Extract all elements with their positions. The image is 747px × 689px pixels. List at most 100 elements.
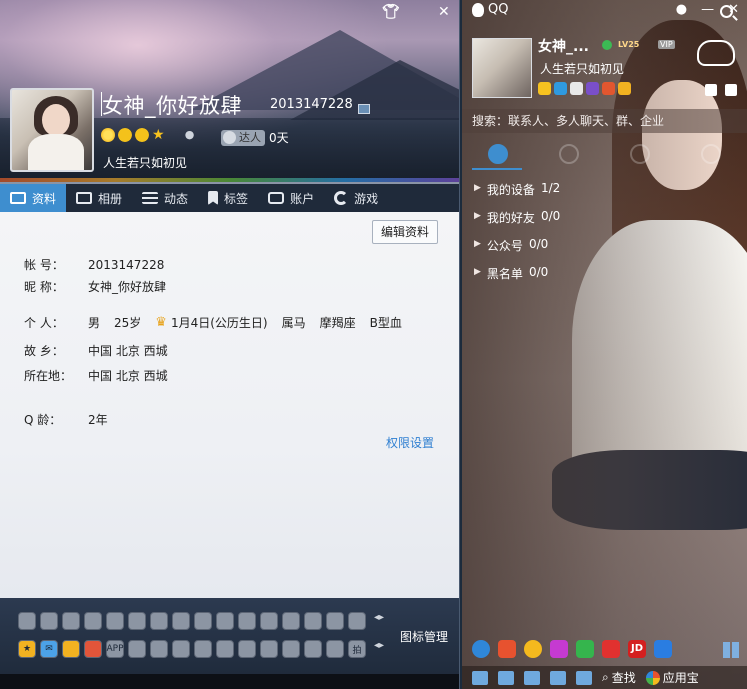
app-badge-icon[interactable]: APP	[106, 640, 124, 658]
tab-games[interactable]: 游戏	[324, 184, 388, 212]
online-status-icon[interactable]	[602, 40, 612, 50]
tab-profile[interactable]: 资料	[0, 184, 67, 212]
icon-wall-arrows[interactable]: ◂▸	[374, 612, 384, 630]
contact-group-official[interactable]: ▶ 公众号 0/0	[474, 237, 548, 254]
badge-icon[interactable]	[304, 640, 322, 658]
tab-messages[interactable]	[558, 144, 579, 164]
daren-badge-group[interactable]: 达人 0天	[221, 129, 289, 146]
main-menu-icon[interactable]	[472, 670, 488, 685]
tab-label: 动态	[164, 191, 189, 206]
tab-account[interactable]: 账户	[258, 184, 324, 212]
search-icon[interactable]	[720, 5, 733, 18]
badge-icon[interactable]	[106, 612, 124, 630]
minimize-icon[interactable]: —	[701, 2, 714, 17]
info-value: 中国 北京 西城	[88, 344, 168, 358]
settings-icon[interactable]	[498, 670, 514, 685]
mail-icon[interactable]	[570, 82, 583, 95]
badge-icon[interactable]	[194, 640, 212, 658]
app-shortcuts: JD	[472, 640, 672, 658]
tab-album[interactable]: 相册	[66, 184, 132, 212]
badge-icon[interactable]	[84, 612, 102, 630]
badge-icon[interactable]	[62, 640, 80, 658]
tab-tags[interactable]: 标签	[198, 184, 258, 212]
video-icon[interactable]	[576, 640, 594, 658]
tab-feed[interactable]: 动态	[132, 184, 198, 212]
game-icon[interactable]	[498, 640, 516, 658]
badge-icon[interactable]	[260, 612, 278, 630]
shield-badge-icon[interactable]	[172, 640, 190, 658]
bookmark-tag-icon	[208, 191, 219, 205]
mail-badge-icon[interactable]: ✉	[40, 640, 58, 658]
badge-icon[interactable]	[84, 640, 102, 658]
tab-groups[interactable]	[630, 144, 651, 164]
badge-icon[interactable]	[18, 612, 36, 630]
star-icon[interactable]	[538, 82, 551, 95]
tab-contacts[interactable]	[487, 144, 508, 164]
icon-wall-manage-link[interactable]: 图标管理	[400, 628, 448, 645]
badge-icon[interactable]	[150, 612, 168, 630]
contact-search-input[interactable]: 搜索：联系人、多人聊天、群、企业	[462, 109, 747, 133]
music-icon[interactable]	[524, 640, 542, 658]
app-icon[interactable]	[586, 82, 599, 95]
my-nickname[interactable]: 女神_...	[538, 36, 589, 56]
edit-profile-button[interactable]: 编辑资料	[371, 220, 438, 244]
badge-icon[interactable]	[238, 640, 256, 658]
contact-group-devices[interactable]: ▶ 我的设备 1/2	[474, 181, 560, 198]
badge-icon[interactable]	[326, 640, 344, 658]
badge-icon[interactable]	[216, 612, 234, 630]
tab-devices[interactable]	[701, 144, 722, 164]
appstore-button[interactable]: 应用宝	[645, 669, 699, 686]
security-shield-icon[interactable]	[654, 640, 672, 658]
zodiac: 属马	[281, 316, 306, 330]
close-icon[interactable]: ✕	[438, 4, 450, 20]
gift-icon[interactable]	[618, 82, 631, 95]
find-button[interactable]: ⌕ 查找	[602, 669, 636, 686]
message-box-icon[interactable]	[725, 84, 737, 96]
chart-app-icon[interactable]	[602, 640, 620, 658]
badge-icon[interactable]	[194, 612, 212, 630]
badge-icon[interactable]	[282, 612, 300, 630]
photo-badge-icon[interactable]: 拍	[348, 640, 366, 658]
wallet-icon[interactable]	[602, 82, 615, 95]
badge-icon[interactable]	[40, 612, 58, 630]
skin-icon[interactable]: 👕︎	[382, 4, 400, 20]
badge-icon[interactable]	[326, 612, 344, 630]
badge-icon[interactable]	[238, 612, 256, 630]
skin-icon[interactable]: ●	[676, 2, 687, 17]
badge-icon[interactable]	[128, 612, 146, 630]
badge-icon[interactable]	[260, 640, 278, 658]
edit-nickname-icon[interactable]	[358, 104, 370, 114]
folder-icon[interactable]	[550, 670, 566, 685]
badge-icon[interactable]	[62, 612, 80, 630]
avatar[interactable]	[10, 88, 94, 172]
level-icons[interactable]: ★ ●	[101, 128, 198, 142]
permission-settings-link[interactable]: 权限设置	[386, 434, 434, 451]
favorites-icon[interactable]	[576, 670, 592, 685]
badge-icon[interactable]	[150, 640, 168, 658]
info-value: 2013147228	[88, 257, 165, 272]
my-signature[interactable]: 人生若只如初见	[540, 60, 624, 77]
star-app-icon[interactable]	[550, 640, 568, 658]
contact-group-blacklist[interactable]: ▶ 黑名单 0/0	[474, 265, 548, 282]
jd-app-icon[interactable]: JD	[628, 640, 646, 658]
camera-badge-icon[interactable]	[128, 640, 146, 658]
profile-nickname[interactable]: 女神_你好放肆	[102, 90, 242, 120]
icon-wall-arrows[interactable]: ◂▸	[374, 640, 384, 658]
qzone-icon[interactable]	[554, 82, 567, 95]
tab-label: 标签	[224, 191, 249, 206]
skin-icon[interactable]	[705, 84, 717, 96]
profile-signature[interactable]: 人生若只如初见	[103, 154, 187, 171]
badge-icon[interactable]	[304, 612, 322, 630]
app-grid-icon[interactable]	[723, 642, 739, 658]
my-avatar[interactable]	[472, 38, 532, 98]
browser-icon[interactable]	[472, 640, 490, 658]
badge-icon[interactable]	[172, 612, 190, 630]
badge-icon[interactable]	[348, 612, 366, 630]
weather-cloud-icon[interactable]	[697, 40, 735, 66]
contact-group-friends[interactable]: ▶ 我的好友 0/0	[474, 209, 560, 226]
badge-icon[interactable]	[216, 640, 234, 658]
star-badge-icon[interactable]: ★	[18, 640, 36, 658]
badge-icon[interactable]	[282, 640, 300, 658]
volume-icon[interactable]	[524, 670, 540, 685]
info-value: 2年	[88, 413, 108, 427]
